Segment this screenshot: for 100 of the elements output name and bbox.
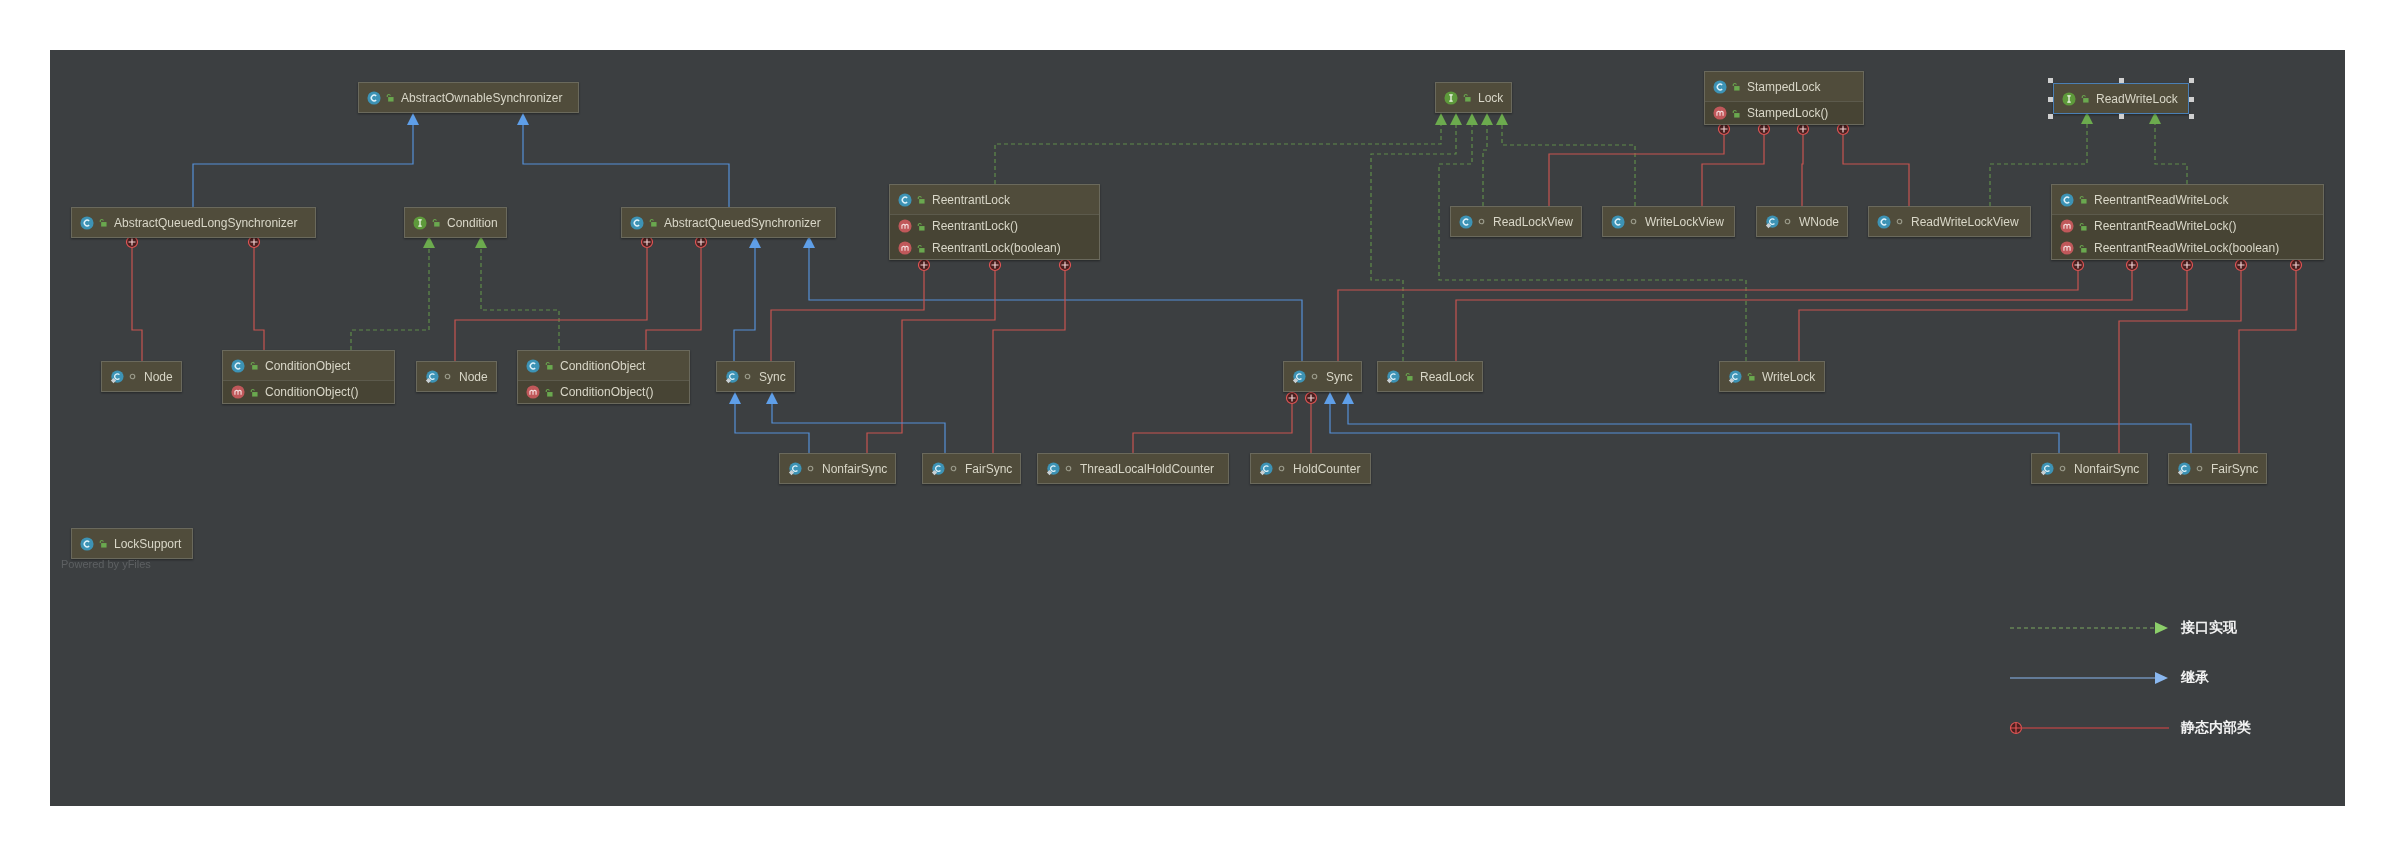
class-name: Lock xyxy=(1478,90,1504,105)
method-name: ReentrantLock() xyxy=(932,219,1019,233)
method-name: ReentrantReadWriteLock() xyxy=(2094,219,2237,233)
class-box[interactable]: WNode xyxy=(1756,206,1848,237)
class-name: Node xyxy=(459,369,488,384)
inner-class-icon xyxy=(425,369,439,384)
class-name: AbstractOwnableSynchronizer xyxy=(401,90,563,105)
class-box[interactable]: FairSync xyxy=(922,453,1022,484)
class-name: ReadWriteLock xyxy=(2096,91,2178,106)
class-name: ReadLock xyxy=(1420,369,1475,384)
method-name: ConditionObject() xyxy=(265,385,359,399)
method-name: ReentrantLock(boolean) xyxy=(932,241,1061,255)
class-name: HoldCounter xyxy=(1293,461,1361,476)
class-name: FairSync xyxy=(2211,461,2259,476)
method-icon xyxy=(898,241,912,255)
inner-class-icon xyxy=(110,369,124,384)
class-box[interactable]: ConditionObject ConditionObject() xyxy=(222,350,395,404)
inner-class-icon xyxy=(1728,369,1742,384)
class-box[interactable]: NonfairSync xyxy=(2031,453,2149,484)
class-icon xyxy=(80,215,94,230)
inner-class-icon xyxy=(1292,369,1306,384)
interface-icon xyxy=(413,215,427,230)
class-name: Sync xyxy=(759,369,786,384)
class-box[interactable]: Sync xyxy=(716,361,795,392)
legend-label: 继承 xyxy=(2181,669,2209,687)
class-box[interactable]: ReentrantLock ReentrantLock() ReentrantLock(boolean) xyxy=(889,184,1100,260)
method-icon xyxy=(1713,106,1727,120)
class-box[interactable]: Condition xyxy=(404,207,507,238)
class-name: Node xyxy=(144,369,173,384)
class-name: AbstractQueuedSynchronizer xyxy=(664,215,821,230)
class-box[interactable]: LockSupport xyxy=(71,528,193,559)
class-name: ReentrantLock xyxy=(932,192,1011,207)
method-icon xyxy=(2060,219,2074,233)
class-icon xyxy=(80,536,94,551)
class-name: ConditionObject xyxy=(560,358,646,373)
class-icon xyxy=(1713,79,1727,94)
class-box[interactable]: HoldCounter xyxy=(1250,453,1371,484)
class-box[interactable]: FairSync xyxy=(2168,453,2268,484)
inner-class-icon xyxy=(725,369,739,384)
class-icon xyxy=(898,192,912,207)
class-name: WNode xyxy=(1799,214,1839,229)
method-icon xyxy=(2060,241,2074,255)
class-box[interactable]: ReadLockView xyxy=(1450,206,1582,237)
inner-class-icon xyxy=(1259,461,1273,476)
class-box[interactable]: ReadWriteLockView xyxy=(1868,206,2031,237)
method-name: ReentrantReadWriteLock(boolean) xyxy=(2094,241,2280,255)
class-name: NonfairSync xyxy=(2074,461,2140,476)
class-box[interactable]: StampedLock StampedLock() xyxy=(1704,71,1864,125)
class-box[interactable]: NonfairSync xyxy=(779,453,897,484)
class-box[interactable]: WriteLockView xyxy=(1602,206,1735,237)
class-name: Condition xyxy=(447,215,498,230)
class-icon xyxy=(526,358,540,373)
inner-class-icon xyxy=(1765,214,1779,229)
method-icon xyxy=(231,385,245,399)
class-box[interactable]: AbstractOwnableSynchronizer xyxy=(358,82,579,113)
class-box[interactable]: ReadWriteLock xyxy=(2053,83,2189,114)
method-name: StampedLock() xyxy=(1747,106,1829,120)
inner-class-icon xyxy=(2177,461,2191,476)
class-name: ReadWriteLockView xyxy=(1911,214,2019,229)
class-name: LockSupport xyxy=(114,536,182,551)
class-name: ConditionObject xyxy=(265,358,351,373)
class-name: Sync xyxy=(1326,369,1353,384)
class-name: WriteLockView xyxy=(1645,214,1724,229)
inner-class-icon xyxy=(2040,461,2054,476)
class-box[interactable]: WriteLock xyxy=(1719,361,1825,392)
class-icon xyxy=(1459,214,1473,229)
inner-class-icon xyxy=(931,461,945,476)
method-name: ConditionObject() xyxy=(560,385,654,399)
class-name: FairSync xyxy=(965,461,1013,476)
interface-icon xyxy=(2062,91,2076,106)
class-icon xyxy=(630,215,644,230)
legend-label: 接口实现 xyxy=(2181,619,2237,637)
inner-class-icon xyxy=(1386,369,1400,384)
class-box[interactable]: ConditionObject ConditionObject() xyxy=(517,350,690,404)
inner-class-icon xyxy=(788,461,802,476)
class-name: ThreadLocalHoldCounter xyxy=(1080,461,1215,476)
class-box[interactable]: Lock xyxy=(1435,82,1513,113)
class-name: AbstractQueuedLongSynchronizer xyxy=(114,215,298,230)
class-box[interactable]: ThreadLocalHoldCounter xyxy=(1037,453,1229,484)
class-icon xyxy=(1611,214,1625,229)
class-box[interactable]: Node xyxy=(101,361,182,392)
interface-icon xyxy=(1444,90,1458,105)
inner-class-icon xyxy=(1046,461,1060,476)
class-box[interactable]: Node xyxy=(416,361,497,392)
class-name: WriteLock xyxy=(1762,369,1816,384)
class-name: NonfairSync xyxy=(822,461,888,476)
method-icon xyxy=(898,219,912,233)
method-icon xyxy=(526,385,540,399)
class-box[interactable]: ReentrantReadWriteLock ReentrantReadWriteLock() ReentrantReadWriteLock(boolean) xyxy=(2051,184,2324,260)
class-box[interactable]: AbstractQueuedSynchronizer xyxy=(621,207,836,238)
class-box[interactable]: ReadLock xyxy=(1377,361,1484,392)
class-name: ReentrantReadWriteLock xyxy=(2094,192,2229,207)
class-box[interactable]: AbstractQueuedLongSynchronizer xyxy=(71,207,316,238)
class-box[interactable]: Sync xyxy=(1283,361,1362,392)
class-icon xyxy=(231,358,245,373)
inner-class-connector xyxy=(1304,391,1318,454)
class-icon xyxy=(1877,214,1891,229)
class-icon xyxy=(2060,192,2074,207)
legend-label: 静态内部类 xyxy=(2181,719,2251,737)
class-name: StampedLock xyxy=(1747,79,1821,94)
